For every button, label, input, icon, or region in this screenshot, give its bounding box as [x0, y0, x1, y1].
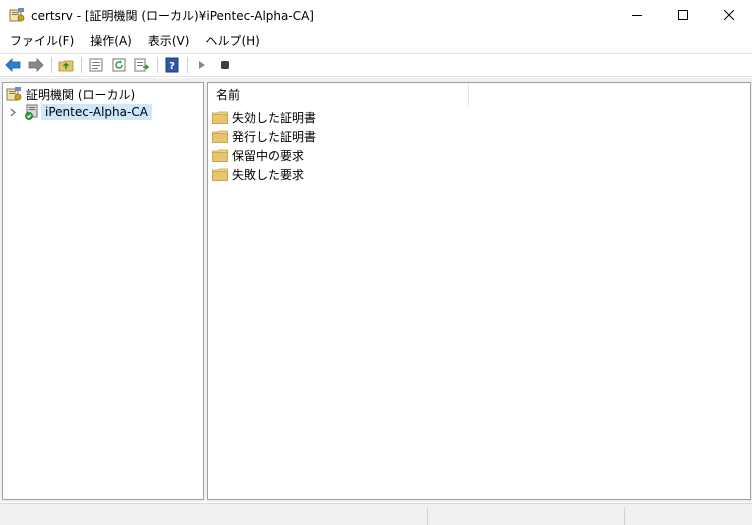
menu-help[interactable]: ヘルプ(H) — [197, 30, 267, 52]
tree-pane[interactable]: 証明機関 (ローカル) iPentec-Alpha-CA — [2, 82, 204, 500]
forward-button[interactable] — [26, 55, 46, 75]
list-item-revoked-certificates[interactable]: 失効した証明書 — [212, 108, 316, 127]
list-item-issued-certificates[interactable]: 発行した証明書 — [212, 127, 316, 146]
list-item-failed-requests[interactable]: 失敗した要求 — [212, 165, 316, 184]
close-button[interactable] — [706, 0, 752, 30]
menu-view[interactable]: 表示(V) — [140, 30, 198, 52]
menu-action[interactable]: 操作(A) — [82, 30, 140, 52]
maximize-button[interactable] — [660, 0, 706, 30]
window-title: certsrv - [証明機関 (ローカル)¥iPentec-Alpha-CA] — [31, 8, 314, 23]
list-header: 名前 — [208, 83, 750, 107]
tree-item-ca-label: iPentec-Alpha-CA — [41, 104, 152, 120]
certification-authority-icon — [6, 87, 22, 101]
maximize-icon — [678, 10, 688, 20]
folder-icon — [212, 168, 228, 181]
certsrv-app-icon[interactable] — [9, 7, 25, 23]
help-icon: ? — [165, 57, 179, 73]
tree-item-root-label: 証明機関 (ローカル) — [26, 87, 136, 102]
export-list-button[interactable] — [132, 55, 152, 75]
list-pane[interactable]: 名前 失効した証明書 発行した証明書 保留中の要求 失敗した要求 — [207, 82, 751, 500]
title-bar: certsrv - [証明機関 (ローカル)¥iPentec-Alpha-CA] — [0, 0, 752, 30]
folder-icon — [212, 149, 228, 162]
list-item-pending-requests[interactable]: 保留中の要求 — [212, 146, 316, 165]
toolbar-separator — [51, 57, 52, 73]
refresh-button[interactable] — [109, 55, 129, 75]
ca-server-icon — [25, 104, 38, 120]
forward-arrow-icon — [28, 58, 44, 72]
folder-icon — [212, 130, 228, 143]
list-item-label: 失敗した要求 — [232, 168, 305, 182]
export-list-icon — [134, 58, 150, 72]
column-header-name[interactable]: 名前 — [208, 83, 469, 107]
folder-icon — [212, 111, 228, 124]
svg-text:?: ? — [169, 61, 175, 72]
minimize-icon — [632, 15, 642, 16]
stop-service-button[interactable] — [215, 55, 235, 75]
help-button[interactable]: ? — [162, 55, 182, 75]
toolbar-separator — [81, 57, 82, 73]
item-list: 失効した証明書 発行した証明書 保留中の要求 失敗した要求 — [212, 108, 316, 184]
tree-item-root[interactable]: 証明機関 (ローカル) — [6, 85, 135, 103]
chevron-right-icon[interactable] — [7, 103, 19, 121]
start-service-button[interactable] — [192, 55, 212, 75]
refresh-icon — [112, 58, 126, 72]
up-folder-icon — [58, 60, 74, 72]
minimize-button[interactable] — [614, 0, 660, 30]
toolbar: ? — [0, 53, 752, 77]
back-button[interactable] — [3, 55, 23, 75]
menu-bar: ファイル(F) 操作(A) 表示(V) ヘルプ(H) — [0, 30, 752, 52]
status-bar-divider — [427, 507, 428, 525]
close-icon — [724, 10, 734, 20]
list-item-label: 発行した証明書 — [232, 130, 317, 144]
stop-service-icon — [221, 61, 229, 69]
properties-icon — [89, 58, 103, 72]
status-bar-divider — [624, 507, 625, 525]
properties-button[interactable] — [86, 55, 106, 75]
toolbar-separator — [187, 57, 188, 73]
status-bar — [0, 503, 752, 525]
toolbar-separator — [157, 57, 158, 73]
menu-file[interactable]: ファイル(F) — [2, 30, 82, 52]
start-service-icon — [199, 61, 205, 69]
up-one-level-button[interactable] — [56, 55, 76, 75]
back-arrow-icon — [5, 58, 21, 72]
list-item-label: 保留中の要求 — [232, 149, 305, 163]
tree-item-ca[interactable]: iPentec-Alpha-CA — [7, 103, 152, 121]
list-item-label: 失効した証明書 — [232, 111, 317, 125]
